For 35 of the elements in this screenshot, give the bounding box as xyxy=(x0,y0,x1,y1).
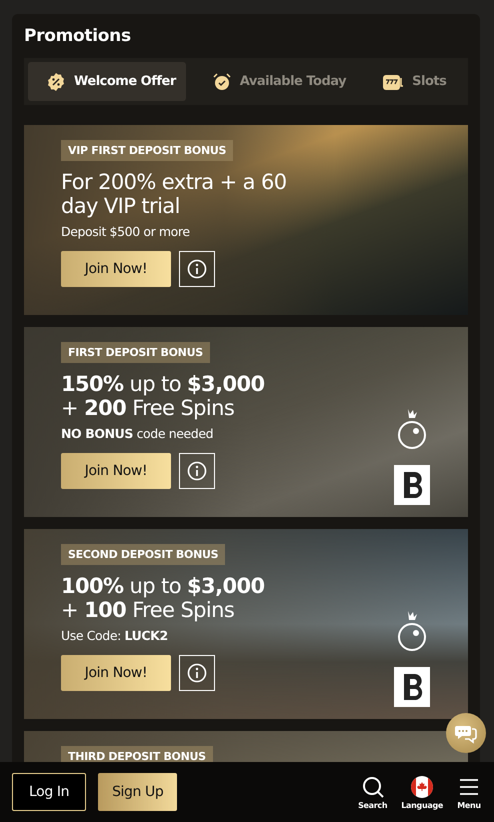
discount-icon xyxy=(46,72,66,92)
crowned-ball-logo-icon xyxy=(396,609,428,653)
flag-icon xyxy=(410,774,434,798)
crowned-ball-logo-icon xyxy=(396,407,428,451)
login-button[interactable]: Log In xyxy=(12,773,86,811)
join-button[interactable]: Join Now! xyxy=(61,453,171,489)
promo-note: Deposit $500 or more xyxy=(61,224,190,239)
letter-b-logo-icon xyxy=(394,465,430,505)
info-button[interactable] xyxy=(179,655,215,691)
nav-button[interactable]: Search xyxy=(357,774,388,810)
search-icon xyxy=(360,774,385,798)
bonus-tag: FIRST DEPOSIT BONUS xyxy=(61,342,210,363)
promo-headline: For 200% extra + a 60 day VIP trial xyxy=(61,170,287,218)
promotion-tab[interactable]: Welcome Offer xyxy=(28,62,186,101)
info-button[interactable] xyxy=(179,251,215,287)
info-icon xyxy=(187,259,207,279)
promo-note: NO BONUS code needed xyxy=(61,426,214,441)
letter-b-logo-icon xyxy=(394,667,430,707)
promotion-tab[interactable]: Slots xyxy=(364,62,456,101)
join-button[interactable]: Join Now! xyxy=(61,251,171,287)
alarm-clock-icon xyxy=(212,72,232,92)
promo-note: Use Code: LUCK2 xyxy=(61,628,168,643)
nav-button[interactable]: Menu xyxy=(456,774,482,810)
bonus-tag: VIP FIRST DEPOSIT BONUS xyxy=(61,140,234,161)
info-icon xyxy=(187,461,207,481)
signup-button[interactable]: Sign Up xyxy=(98,773,178,811)
bonus-tag: SECOND DEPOSIT BONUS xyxy=(61,544,226,565)
promo-headline: 150% up to $3,000 + 200 Free Spins xyxy=(61,372,264,420)
info-icon xyxy=(187,663,207,683)
join-button[interactable]: Join Now! xyxy=(61,655,171,691)
promotion-tab[interactable]: Available Today xyxy=(194,62,356,101)
page-title: Promotions xyxy=(24,26,132,46)
promo-headline: 100% up to $3,000 + 100 Free Spins xyxy=(61,574,264,622)
nav-button[interactable]: Language xyxy=(400,774,444,810)
info-button[interactable] xyxy=(179,453,215,489)
